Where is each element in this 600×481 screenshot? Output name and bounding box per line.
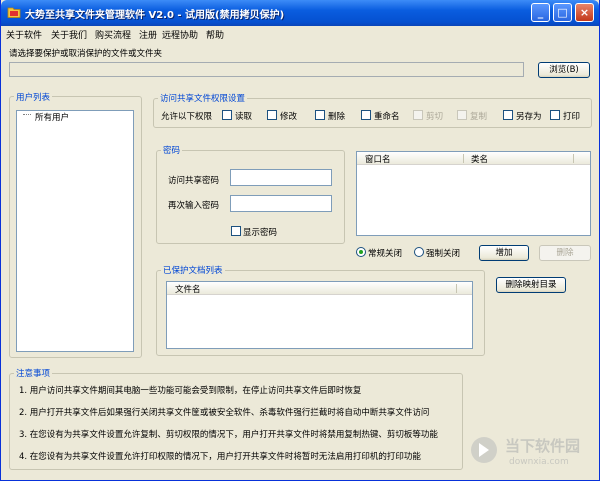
browse-button[interactable]: 浏览(B) xyxy=(538,62,590,78)
radio-normal-close[interactable] xyxy=(356,247,366,257)
app-window: 大势至共享文件夹管理软件 V2.0 - 试用版(禁用拷贝保护) _ □ × 关于… xyxy=(0,0,600,481)
radio-force-close-label: 强制关闭 xyxy=(426,249,461,259)
column-separator xyxy=(573,154,574,163)
checkbox-cut-label: 剪切 xyxy=(426,112,444,122)
delete-mapped-dir-label: 删除映射目录 xyxy=(505,280,557,290)
delete-button: 删除 xyxy=(539,245,591,261)
checkbox-rename-label: 重命名 xyxy=(374,112,400,122)
allow-permissions-label: 允许以下权限 xyxy=(161,112,213,122)
checkbox-print[interactable] xyxy=(550,110,560,120)
column-file-name[interactable]: 文件名 xyxy=(175,283,201,295)
confirm-password-input[interactable] xyxy=(230,195,332,212)
confirm-password-label: 再次输入密码 xyxy=(168,201,220,211)
access-password-label: 访问共享密码 xyxy=(168,176,220,186)
window-title: 大势至共享文件夹管理软件 V2.0 - 试用版(禁用拷贝保护) xyxy=(25,10,285,21)
browse-label: 浏览(B) xyxy=(549,65,579,75)
close-icon: × xyxy=(579,6,590,19)
close-button[interactable]: × xyxy=(575,3,594,22)
show-password-label: 显示密码 xyxy=(243,228,278,238)
menu-bar: 关于软件 关于我们 购买流程 注册 远程协助 帮助 xyxy=(1,26,599,42)
path-field[interactable] xyxy=(9,62,524,77)
column-separator xyxy=(456,284,457,293)
path-prompt: 请选择要保护或取消保护的文件或文件夹 xyxy=(9,49,163,59)
checkbox-save-as[interactable] xyxy=(503,110,513,120)
window-list-header: 窗口名 类名 xyxy=(357,152,590,165)
note-item: 3. 在您设有为共享文件设置允许复制、剪切权限的情况下，用户打开共享文件时将禁用… xyxy=(19,430,438,440)
radio-normal-close-label: 常规关闭 xyxy=(368,249,403,259)
menu-item-purchase[interactable]: 购买流程 xyxy=(95,28,131,41)
show-password-checkbox[interactable] xyxy=(231,226,241,236)
watermark: 当下软件园 downxia.com xyxy=(469,433,593,473)
column-window-name[interactable]: 窗口名 xyxy=(365,153,391,165)
note-item: 4. 在您设有为共享文件设置允许打印权限的情况下，用户打开共享文件时将暂时无法启… xyxy=(19,452,421,462)
protected-docs-list[interactable]: 文件名 xyxy=(166,281,473,349)
menu-item-remote-help[interactable]: 远程协助 xyxy=(162,28,198,41)
checkbox-copy xyxy=(457,110,467,120)
note-item: 1. 用户访问共享文件期间其电脑一些功能可能会受到限制，在停止访问共享文件后即时… xyxy=(19,386,362,396)
checkbox-modify[interactable] xyxy=(267,110,277,120)
add-label: 增加 xyxy=(495,248,513,258)
note-item: 2. 用户打开共享文件后如果强行关闭共享文件筐或被安全软件、杀毒软件强行拦截时将… xyxy=(19,408,430,418)
watermark-name: 当下软件园 xyxy=(505,437,581,455)
access-password-input[interactable] xyxy=(230,169,332,186)
add-button[interactable]: 增加 xyxy=(479,245,529,261)
column-separator xyxy=(463,154,464,163)
checkbox-delete-label: 删除 xyxy=(328,112,346,122)
column-class-name[interactable]: 类名 xyxy=(471,153,488,165)
title-bar[interactable]: 大势至共享文件夹管理软件 V2.0 - 试用版(禁用拷贝保护) _ □ × xyxy=(1,0,599,26)
checkbox-read[interactable] xyxy=(222,110,232,120)
user-list-title: 用户列表 xyxy=(14,91,53,103)
checkbox-cut xyxy=(413,110,423,120)
menu-item-about-software[interactable]: 关于软件 xyxy=(6,28,42,41)
checkbox-print-label: 打印 xyxy=(563,112,581,122)
radio-selected-dot xyxy=(359,250,363,254)
watermark-logo-icon xyxy=(471,437,497,463)
radio-force-close[interactable] xyxy=(414,247,424,257)
delete-label: 删除 xyxy=(556,248,574,258)
window-list[interactable]: 窗口名 类名 xyxy=(356,151,591,236)
password-title: 密码 xyxy=(161,144,183,156)
protected-docs-header: 文件名 xyxy=(167,282,472,295)
watermark-url: downxia.com xyxy=(509,457,569,467)
protected-docs-title: 已保护文档列表 xyxy=(161,264,225,276)
minimize-button[interactable]: _ xyxy=(531,3,550,22)
maximize-button[interactable]: □ xyxy=(553,3,572,22)
tree-connector xyxy=(23,114,31,115)
maximize-icon: □ xyxy=(557,6,568,19)
notes-title: 注意事项 xyxy=(14,367,53,379)
menu-item-help[interactable]: 帮助 xyxy=(206,28,224,41)
checkbox-delete[interactable] xyxy=(315,110,325,120)
app-folder-icon xyxy=(7,7,21,18)
permissions-title: 访问共享文件权限设置 xyxy=(158,92,248,104)
checkbox-rename[interactable] xyxy=(361,110,371,120)
checkbox-copy-label: 复制 xyxy=(470,112,488,122)
minimize-icon: _ xyxy=(537,6,544,19)
menu-item-register[interactable]: 注册 xyxy=(139,28,157,41)
delete-mapped-dir-button[interactable]: 删除映射目录 xyxy=(496,277,566,293)
user-tree[interactable]: 所有用户 xyxy=(16,110,134,352)
checkbox-save-as-label: 另存为 xyxy=(516,112,542,122)
checkbox-modify-label: 修改 xyxy=(280,112,298,122)
menu-item-about-us[interactable]: 关于我们 xyxy=(51,28,87,41)
tree-item-all-users[interactable]: 所有用户 xyxy=(35,111,69,123)
checkbox-read-label: 读取 xyxy=(235,112,253,122)
